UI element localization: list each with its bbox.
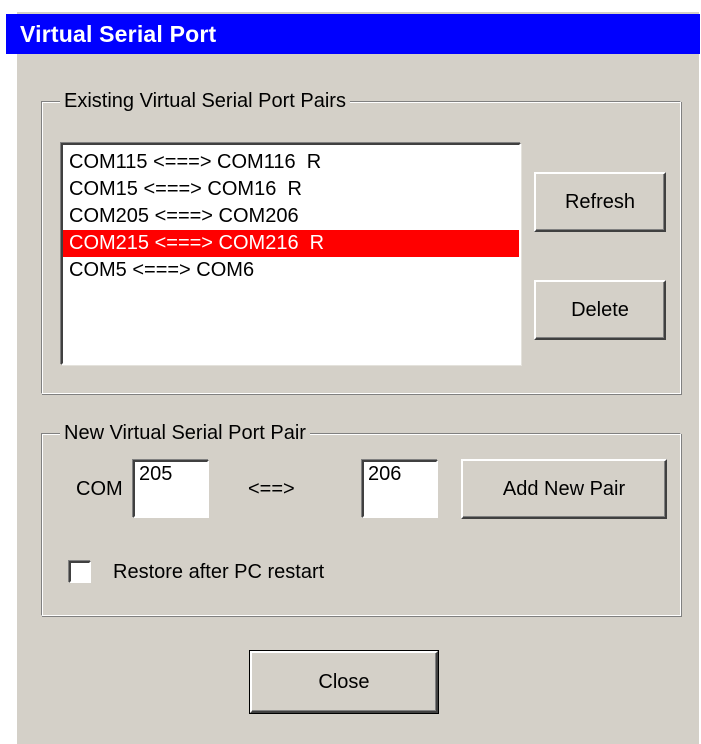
refresh-button-label: Refresh [564, 191, 636, 213]
list-item[interactable]: COM115 <===> COM116 R [63, 149, 519, 176]
close-button-label: Close [318, 671, 370, 693]
list-item[interactable]: COM215 <===> COM216 R [63, 230, 519, 257]
window-title: Virtual Serial Port [20, 21, 217, 47]
com-label: COM [76, 478, 123, 500]
delete-button-label: Delete [571, 299, 629, 321]
restore-checkbox[interactable] [69, 561, 91, 583]
new-pair-legend: New Virtual Serial Port Pair [60, 420, 310, 446]
list-item[interactable]: COM15 <===> COM16 R [63, 176, 519, 203]
add-new-pair-label: Add New Pair [502, 478, 626, 500]
existing-pairs-legend: Existing Virtual Serial Port Pairs [60, 88, 350, 114]
restore-checkbox-label: Restore after PC restart [113, 561, 325, 583]
add-new-pair-button[interactable]: Add New Pair [461, 459, 667, 519]
close-button[interactable]: Close [249, 650, 439, 714]
port-b-input[interactable]: 206 [362, 460, 438, 518]
list-item[interactable]: COM205 <===> COM206 [63, 203, 519, 230]
title-bar: Virtual Serial Port [6, 14, 700, 54]
refresh-button[interactable]: Refresh [534, 172, 666, 232]
delete-button[interactable]: Delete [534, 280, 666, 340]
list-item[interactable]: COM5 <===> COM6 [63, 257, 519, 284]
pair-arrow-label: <==> [248, 478, 295, 500]
port-a-input[interactable]: 205 [133, 460, 209, 518]
pairs-listbox[interactable]: COM115 <===> COM116 R COM15 <===> COM16 R… [61, 143, 521, 365]
